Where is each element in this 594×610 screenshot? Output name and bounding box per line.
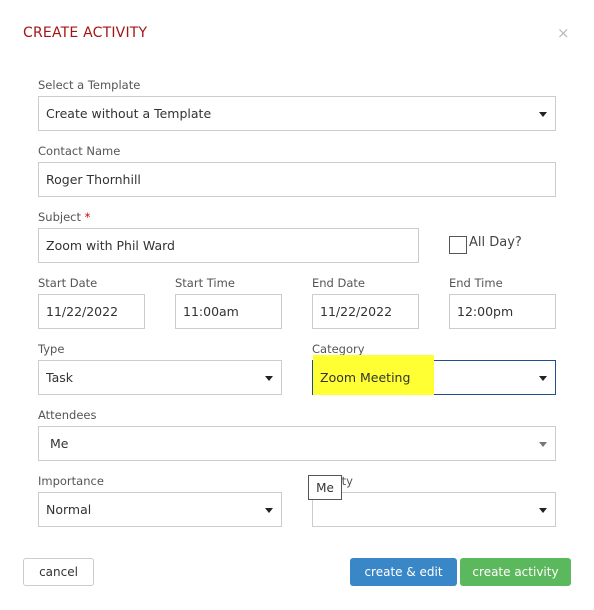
priority-select[interactable]	[312, 492, 556, 527]
contact-value: Roger Thornhill	[46, 172, 141, 187]
chevron-down-icon	[539, 376, 547, 381]
start-date-input[interactable]: 11/22/2022	[38, 294, 145, 329]
dialog-title: CREATE ACTIVITY	[23, 25, 148, 41]
tooltip: Me	[308, 475, 342, 500]
category-label: Category	[312, 342, 365, 356]
create-edit-button[interactable]: create & edit	[350, 558, 457, 586]
contact-input[interactable]: Roger Thornhill	[38, 162, 556, 197]
contact-label: Contact Name	[38, 144, 121, 158]
create-activity-button[interactable]: create activity	[460, 558, 571, 586]
template-select[interactable]: Create without a Template	[38, 96, 556, 131]
subject-label-text: Subject	[38, 210, 81, 224]
category-value: Zoom Meeting	[320, 370, 411, 385]
importance-value: Normal	[46, 502, 92, 517]
start-date-value: 11/22/2022	[46, 304, 119, 319]
start-date-label: Start Date	[38, 276, 98, 290]
type-value: Task	[46, 370, 73, 385]
attendees-value: Me	[50, 436, 69, 451]
category-select[interactable]: Zoom Meeting	[312, 355, 556, 395]
attendees-select[interactable]: Me	[38, 426, 556, 461]
subject-value: Zoom with Phil Ward	[46, 238, 175, 253]
chevron-down-icon	[265, 376, 273, 381]
end-date-input[interactable]: 11/22/2022	[312, 294, 419, 329]
subject-input[interactable]: Zoom with Phil Ward	[38, 228, 419, 263]
chevron-down-icon	[539, 442, 547, 447]
chevron-down-icon	[539, 112, 547, 117]
all-day-checkbox[interactable]	[449, 236, 467, 254]
chevron-down-icon	[265, 508, 273, 513]
cancel-button[interactable]: cancel	[23, 558, 94, 586]
subject-label: Subject *	[38, 210, 90, 224]
end-date-value: 11/22/2022	[320, 304, 393, 319]
start-time-value: 11:00am	[183, 304, 239, 319]
attendees-label: Attendees	[38, 408, 97, 422]
template-value: Create without a Template	[46, 106, 212, 121]
importance-label: Importance	[38, 474, 104, 488]
template-label: Select a Template	[38, 78, 141, 92]
type-label: Type	[38, 342, 65, 356]
required-marker: *	[84, 210, 91, 224]
start-time-label: Start Time	[175, 276, 235, 290]
end-time-input[interactable]: 12:00pm	[449, 294, 556, 329]
chevron-down-icon	[539, 508, 547, 513]
end-date-label: End Date	[312, 276, 365, 290]
end-time-label: End Time	[449, 276, 503, 290]
importance-select[interactable]: Normal	[38, 492, 282, 527]
close-icon[interactable]: ×	[557, 24, 570, 42]
type-select[interactable]: Task	[38, 360, 282, 395]
end-time-value: 12:00pm	[457, 304, 514, 319]
all-day-label: All Day?	[469, 235, 522, 250]
start-time-input[interactable]: 11:00am	[175, 294, 282, 329]
